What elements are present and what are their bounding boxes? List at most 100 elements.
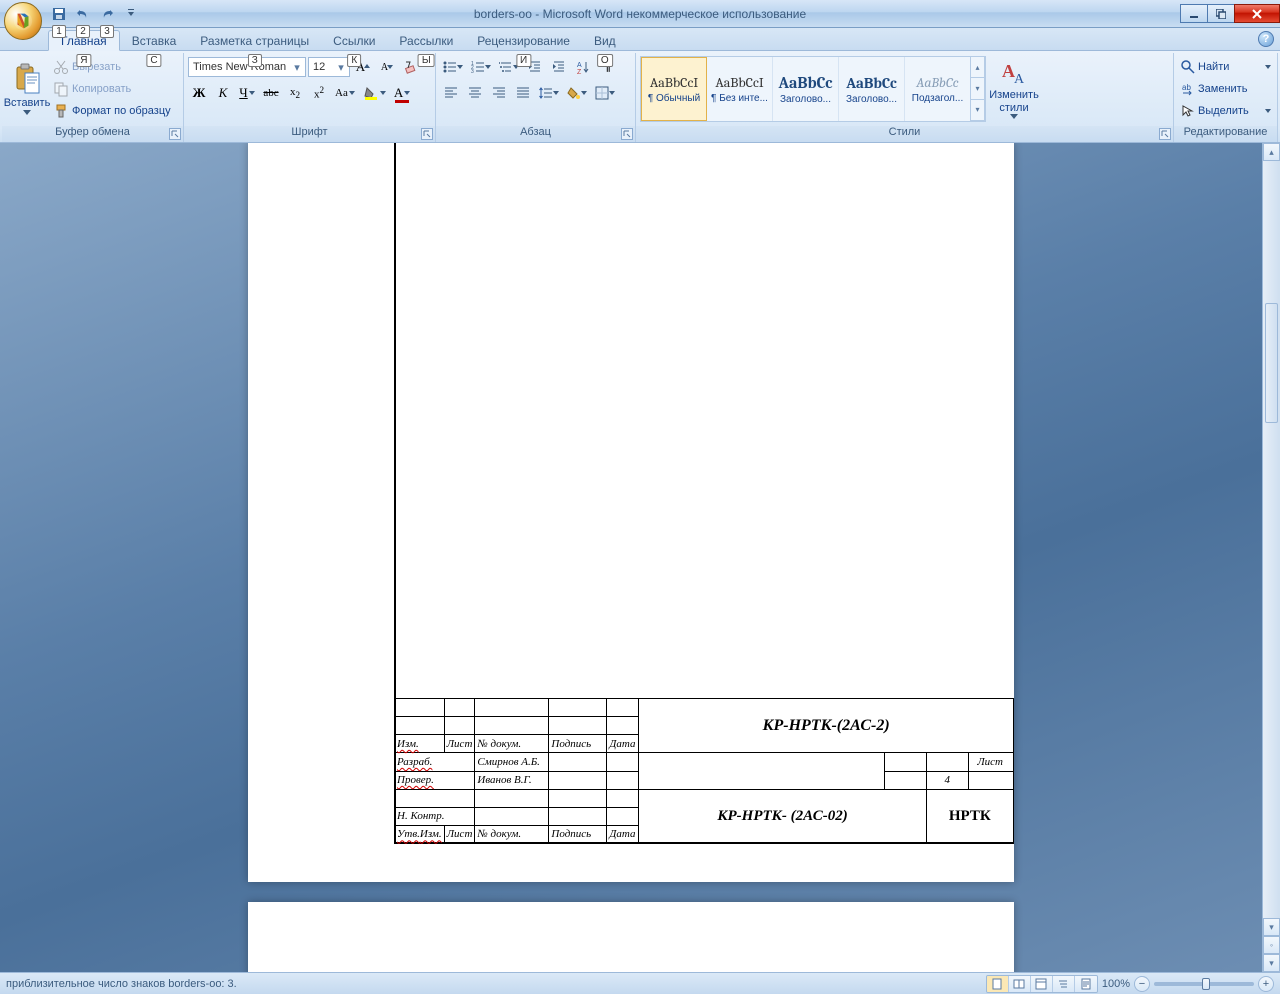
numbering-icon: 123: [471, 60, 485, 74]
svg-text:A: A: [577, 62, 582, 69]
select-icon: [1181, 104, 1195, 118]
bullets-icon: [443, 60, 457, 74]
superscript-button[interactable]: x2: [308, 82, 330, 104]
styles-gallery[interactable]: AaBbCcI¶ Обычный AaBbCcI¶ Без инте... Aa…: [640, 56, 986, 122]
sort-button[interactable]: AZ: [572, 56, 594, 78]
borders-button[interactable]: [592, 82, 618, 104]
copy-icon: [53, 81, 69, 97]
scroll-up-button[interactable]: ▴: [1263, 143, 1280, 161]
group-label: Шрифт: [291, 126, 327, 138]
change-styles-button[interactable]: AA Изменить стили: [986, 56, 1042, 122]
style-heading2[interactable]: AaBbCcЗаголово...: [839, 57, 905, 121]
highlight-button[interactable]: [360, 82, 389, 104]
title-bar: Ф 1 2 3 borders-oo - Microsoft Word неко…: [0, 0, 1280, 28]
tab-references[interactable]: СсылкиК: [321, 31, 387, 50]
align-right-button[interactable]: [488, 82, 510, 104]
font-launcher[interactable]: [421, 128, 433, 140]
underline-button[interactable]: Ч: [236, 82, 258, 104]
shrink-font-button[interactable]: A: [376, 56, 398, 78]
group-editing: Найти abЗаменить Выделить Редактирование: [1174, 53, 1278, 142]
ribbon: Вставить Вырезать Копировать Формат по о…: [0, 51, 1280, 143]
font-color-button[interactable]: A: [391, 82, 413, 104]
tab-page-layout[interactable]: Разметка страницыЗ: [188, 31, 321, 50]
scroll-thumb[interactable]: [1265, 303, 1278, 423]
help-button[interactable]: ?: [1258, 31, 1274, 47]
subscript-button[interactable]: x2: [284, 82, 306, 104]
style-no-spacing[interactable]: AaBbCcI¶ Без инте...: [707, 57, 773, 121]
styles-launcher[interactable]: [1159, 128, 1171, 140]
group-styles: AaBbCcI¶ Обычный AaBbCcI¶ Без инте... Aa…: [636, 53, 1174, 142]
numbering-button[interactable]: 123: [468, 56, 494, 78]
zoom-slider[interactable]: [1154, 982, 1254, 986]
increase-indent-button[interactable]: [548, 56, 570, 78]
view-full-screen[interactable]: [1009, 976, 1031, 992]
find-button[interactable]: Найти: [1178, 56, 1274, 78]
qat-customize-dropdown[interactable]: [120, 4, 142, 24]
svg-text:3: 3: [471, 69, 474, 74]
align-left-button[interactable]: [440, 82, 462, 104]
minimize-button[interactable]: [1180, 4, 1208, 23]
line-spacing-button[interactable]: [536, 82, 562, 104]
office-button[interactable]: Ф: [4, 2, 42, 40]
font-size-combo[interactable]: 12▾: [308, 57, 350, 77]
zoom-in-button[interactable]: +: [1258, 976, 1274, 992]
align-justify-button[interactable]: [512, 82, 534, 104]
view-draft[interactable]: [1075, 976, 1097, 992]
tab-review[interactable]: РецензированиеИ: [465, 31, 582, 50]
zoom-thumb[interactable]: [1202, 978, 1210, 990]
align-center-button[interactable]: [464, 82, 486, 104]
shading-button[interactable]: [564, 82, 590, 104]
qat-undo-icon[interactable]: 2: [72, 4, 94, 24]
window-title: borders-oo - Microsoft Word некоммерческ…: [474, 7, 806, 21]
change-case-button[interactable]: Aa: [332, 82, 358, 104]
indent-icon: [552, 60, 566, 74]
format-painter-button[interactable]: Формат по образцу: [50, 100, 180, 122]
group-label: Стили: [889, 126, 921, 138]
select-button[interactable]: Выделить: [1178, 100, 1274, 122]
replace-button[interactable]: abЗаменить: [1178, 78, 1274, 100]
title-block: КР-НРТК-(2АС-2) Изм.Лист№ докум.ПодписьД…: [394, 698, 1014, 844]
ribbon-tabs: ГлавнаяЯ ВставкаС Разметка страницыЗ Ссы…: [0, 28, 1280, 51]
style-heading1[interactable]: AaBbCcЗаголово...: [773, 57, 839, 121]
close-button[interactable]: [1234, 4, 1280, 23]
group-label: Редактирование: [1184, 126, 1268, 138]
tab-insert[interactable]: ВставкаС: [120, 31, 189, 50]
line-spacing-icon: [539, 86, 553, 100]
chevron-down-icon: [23, 110, 31, 115]
document-pages[interactable]: КР-НРТК-(2АС-2) Изм.Лист№ докум.ПодписьД…: [0, 143, 1262, 972]
tab-view[interactable]: ВидО: [582, 31, 628, 50]
style-subtitle[interactable]: AaBbCcПодзагол...: [905, 57, 971, 121]
bullets-button[interactable]: [440, 56, 466, 78]
qat-redo-icon[interactable]: 3: [96, 4, 118, 24]
view-outline[interactable]: [1053, 976, 1075, 992]
sort-icon: AZ: [576, 60, 590, 74]
vertical-scrollbar[interactable]: ▴ ▾ ◦ ▾: [1262, 143, 1280, 972]
style-normal[interactable]: AaBbCcI¶ Обычный: [641, 57, 707, 121]
clipboard-launcher[interactable]: [169, 128, 181, 140]
window-controls: [1181, 4, 1280, 23]
svg-text:Z: Z: [577, 69, 582, 74]
italic-button[interactable]: К: [212, 82, 234, 104]
zoom-value[interactable]: 100%: [1102, 978, 1130, 990]
copy-button[interactable]: Копировать: [50, 78, 180, 100]
zoom-out-button[interactable]: −: [1134, 976, 1150, 992]
paste-button[interactable]: Вставить: [6, 56, 48, 122]
group-label: Буфер обмена: [55, 126, 130, 138]
strikethrough-button[interactable]: abc: [260, 82, 282, 104]
browse-object-button[interactable]: ◦: [1263, 936, 1280, 954]
find-icon: [1181, 60, 1195, 74]
qat-save-icon[interactable]: 1: [48, 4, 70, 24]
title-code-2: КР-НРТК- (2АС-02): [639, 789, 926, 843]
view-print-layout[interactable]: [987, 976, 1009, 992]
document-area: КР-НРТК-(2АС-2) Изм.Лист№ докум.ПодписьД…: [0, 143, 1280, 972]
view-web-layout[interactable]: [1031, 976, 1053, 992]
paragraph-launcher[interactable]: [621, 128, 633, 140]
next-page-button[interactable]: ▾: [1263, 954, 1280, 972]
multilevel-icon: [499, 60, 513, 74]
scroll-down-button[interactable]: ▾: [1263, 918, 1280, 936]
status-text: приблизительное число знаков borders-oo:…: [6, 978, 237, 990]
tab-mailings[interactable]: РассылкиЫ: [387, 31, 465, 50]
gallery-scroll[interactable]: ▴▾▾: [971, 57, 985, 121]
bold-button[interactable]: Ж: [188, 82, 210, 104]
maximize-button[interactable]: [1207, 4, 1235, 23]
